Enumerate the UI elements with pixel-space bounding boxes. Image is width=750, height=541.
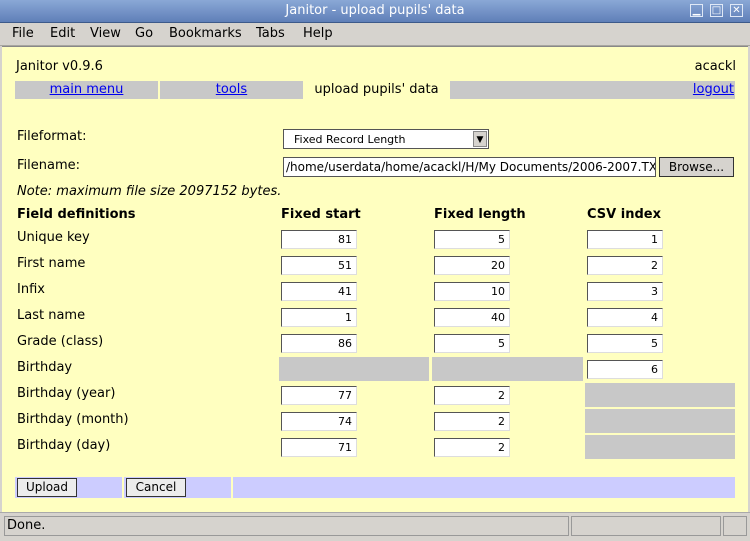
security-lock-icon[interactable] [723,516,747,536]
logout-link[interactable]: logout [693,82,734,97]
fileformat-label: Fileformat: [17,129,87,144]
page-content: Janitor v0.9.6 acackl main menu tools up… [2,46,748,512]
upload-button[interactable]: Upload [17,478,77,497]
menu-bar: File Edit View Go Bookmarks Tabs Help [0,23,750,46]
status-text: Done. [4,516,569,536]
field-label: Grade (class) [17,334,104,349]
status-progress [571,516,721,536]
fixed-length-input[interactable]: 2 [434,438,510,457]
close-icon[interactable]: ✕ [730,4,743,17]
fixed-start-input[interactable]: 86 [281,334,357,353]
fileformat-select[interactable]: Fixed Record Length ▼ [283,129,489,149]
main-menu-link[interactable]: main menu [50,82,124,97]
header-fixed-start: Fixed start [281,207,361,222]
window-title: Janitor - upload pupils' data [285,3,465,18]
disabled-cell [585,435,735,459]
maximize-icon[interactable]: □ [710,4,723,17]
fixed-length-input[interactable]: 40 [434,308,510,327]
disabled-cell [585,409,735,433]
disabled-cell [432,357,583,381]
fixed-start-input[interactable]: 77 [281,386,357,405]
fixed-length-input[interactable]: 2 [434,386,510,405]
menu-tabs[interactable]: Tabs [256,26,285,41]
tools-link[interactable]: tools [216,82,247,97]
username: acackl [694,59,736,74]
header-field-definitions: Field definitions [17,207,136,222]
field-label: First name [17,256,86,271]
nav-current: upload pupils' data [305,81,448,99]
field-label: Birthday (year) [17,386,116,401]
menu-view[interactable]: View [90,26,121,41]
fixed-length-input[interactable]: 5 [434,334,510,353]
disabled-cell [585,383,735,407]
field-label: Infix [17,282,45,297]
menu-edit[interactable]: Edit [50,26,75,41]
disabled-cell [279,357,429,381]
csv-index-input[interactable]: 4 [587,308,663,327]
field-label: Unique key [17,230,90,245]
fixed-start-input[interactable]: 71 [281,438,357,457]
menu-file[interactable]: File [12,26,34,41]
status-bar: Done. [0,512,750,541]
cancel-button[interactable]: Cancel [126,478,186,497]
fixed-start-input[interactable]: 1 [281,308,357,327]
fixed-length-input[interactable]: 10 [434,282,510,301]
filename-input[interactable]: /home/userdata/home/acackl/H/My Document… [283,157,656,177]
filename-label: Filename: [17,158,81,173]
nav-main-menu: main menu [15,81,158,99]
csv-index-input[interactable]: 2 [587,256,663,275]
window-titlebar: Janitor - upload pupils' data ▁ □ ✕ [0,0,750,23]
fileformat-value: Fixed Record Length [294,133,406,146]
menu-go[interactable]: Go [135,26,153,41]
app-name: Janitor v0.9.6 [16,59,103,74]
header-csv-index: CSV index [587,207,661,222]
minimize-icon[interactable]: ▁ [690,4,703,17]
nav-tools: tools [160,81,303,99]
nav-logout: logout [450,81,735,99]
menu-help[interactable]: Help [303,26,333,41]
fixed-length-input[interactable]: 2 [434,412,510,431]
field-label: Birthday [17,360,73,375]
fixed-start-input[interactable]: 41 [281,282,357,301]
field-label: Birthday (day) [17,438,111,453]
fixed-length-input[interactable]: 5 [434,230,510,249]
csv-index-input[interactable]: 1 [587,230,663,249]
header-fixed-length: Fixed length [434,207,526,222]
dropdown-arrow-icon: ▼ [473,131,487,147]
action-bar-spacer [233,477,735,498]
file-size-note: Note: maximum file size 2097152 bytes. [17,184,282,199]
csv-index-input[interactable]: 5 [587,334,663,353]
fixed-start-input[interactable]: 81 [281,230,357,249]
csv-index-input[interactable]: 3 [587,282,663,301]
fixed-start-input[interactable]: 74 [281,412,357,431]
field-label: Last name [17,308,86,323]
csv-index-input[interactable]: 6 [587,360,663,379]
browse-button[interactable]: Browse... [659,157,734,177]
menu-bookmarks[interactable]: Bookmarks [169,26,242,41]
field-label: Birthday (month) [17,412,129,427]
fixed-start-input[interactable]: 51 [281,256,357,275]
fixed-length-input[interactable]: 20 [434,256,510,275]
